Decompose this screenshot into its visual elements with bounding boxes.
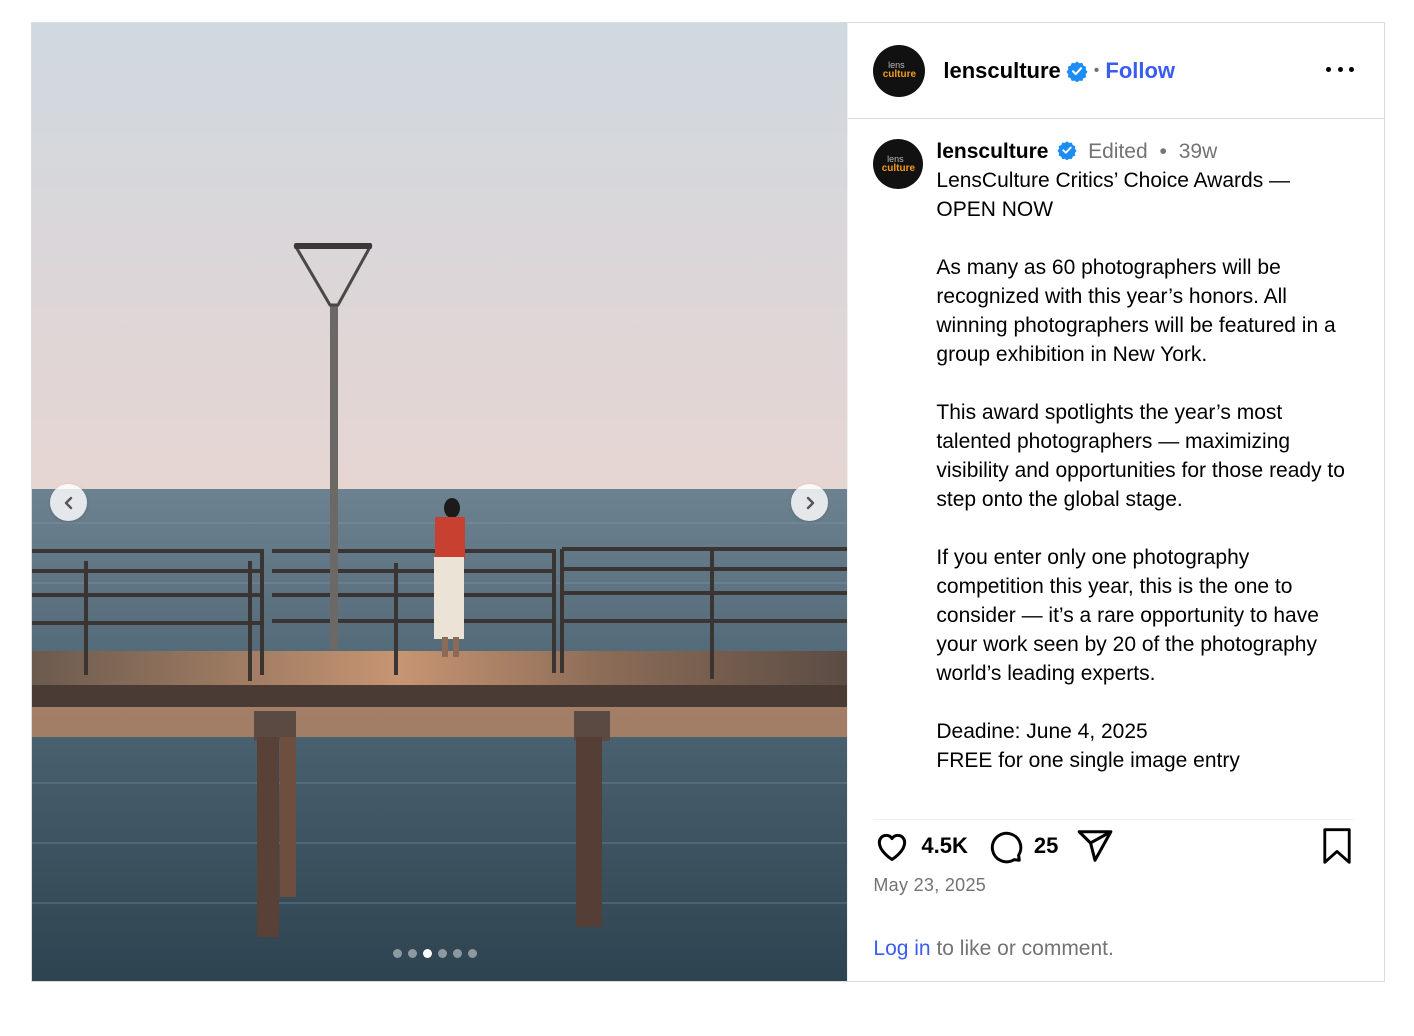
post-date[interactable]: May 23, 2025: [873, 875, 986, 896]
carousel-indicator: [393, 949, 477, 958]
action-bar: 4.5K 25: [873, 819, 1354, 871]
chevron-right-icon: [806, 496, 814, 509]
post-card: lens culture lensculture • Follow lens c…: [31, 22, 1385, 982]
carousel-dot: [453, 949, 462, 958]
caption-body: lensculture Edited • 39w LensCulture Cri…: [936, 138, 1346, 802]
comment-icon: [990, 831, 1023, 863]
caption-header: lensculture Edited • 39w: [936, 138, 1346, 166]
avatar-logo-bottom: culture: [882, 69, 917, 80]
carousel-next-button[interactable]: [791, 484, 828, 521]
verified-badge-icon: [1066, 60, 1088, 82]
share-button[interactable]: [1076, 827, 1114, 865]
login-prompt: Log in to like or comment.: [873, 937, 1113, 961]
more-dot-icon: [1337, 66, 1343, 72]
heart-icon: [878, 833, 907, 861]
carousel-dot: [468, 949, 477, 958]
carousel-dot: [393, 949, 402, 958]
carousel-dot: [408, 949, 417, 958]
verified-badge-icon: [1057, 141, 1077, 161]
like-button[interactable]: 4.5K: [873, 827, 968, 865]
login-prompt-text: to like or comment.: [930, 937, 1114, 960]
caption-separator: •: [1159, 140, 1167, 163]
caption-text: LensCulture Critics’ Choice Awards — OPE…: [936, 169, 1345, 772]
like-count[interactable]: 4.5K: [921, 833, 967, 859]
caption-section: lens culture lensculture Edited • 39w Le…: [848, 119, 1384, 802]
follow-button[interactable]: Follow: [1105, 58, 1175, 84]
login-link[interactable]: Log in: [873, 937, 930, 960]
post-photo: [32, 23, 848, 981]
avatar[interactable]: lens culture: [873, 44, 926, 97]
send-icon: [1078, 829, 1113, 862]
more-options-button[interactable]: [1326, 59, 1354, 79]
edited-label: Edited: [1088, 140, 1148, 163]
comment-count: 25: [1033, 832, 1059, 858]
carousel-prev-button[interactable]: [50, 484, 87, 521]
post-time-ago[interactable]: 39w: [1179, 140, 1218, 163]
carousel-dot: [438, 949, 447, 958]
caption-avatar[interactable]: lens culture: [873, 139, 924, 189]
post-media[interactable]: [32, 23, 848, 981]
avatar-logo-bottom: culture: [881, 162, 916, 174]
bookmark-icon[interactable]: [1320, 827, 1354, 865]
caption-username[interactable]: lensculture: [936, 140, 1048, 163]
more-dot-icon: [1349, 66, 1354, 72]
post-side-panel: lens culture lensculture • Follow lens c…: [847, 23, 1384, 981]
more-dot-icon: [1326, 66, 1331, 72]
chevron-left-icon: [64, 496, 72, 509]
header-separator: •: [1093, 61, 1100, 79]
carousel-dot: [423, 949, 432, 958]
header-username[interactable]: lensculture: [943, 58, 1060, 84]
comment-button[interactable]: 25: [986, 827, 1058, 865]
post-header: lens culture lensculture • Follow: [848, 23, 1384, 119]
